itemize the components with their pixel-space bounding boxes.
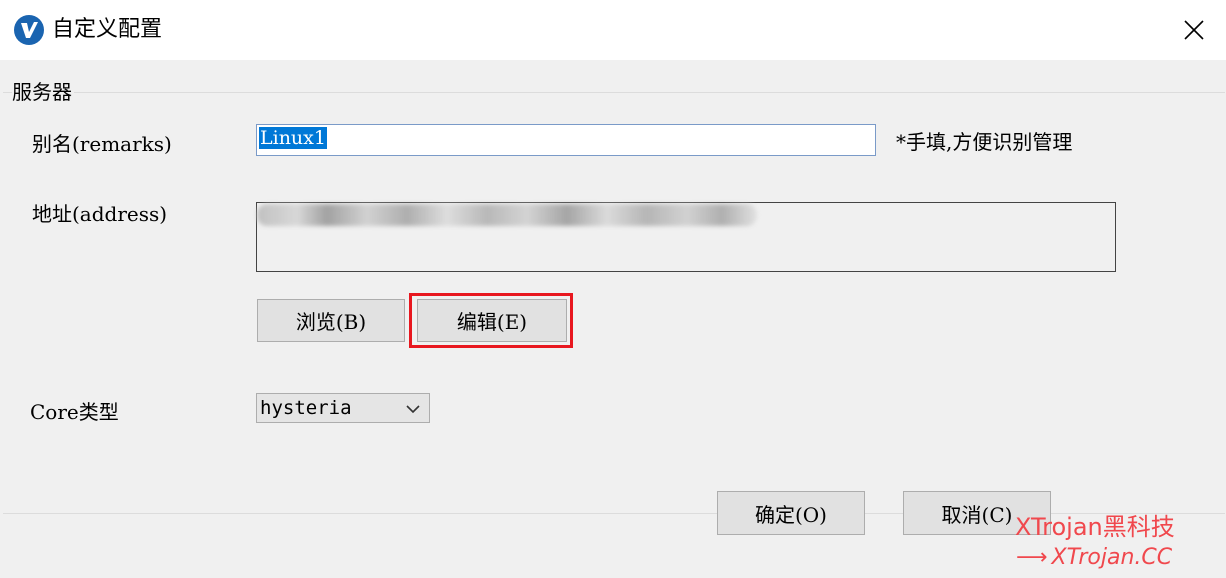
- close-button[interactable]: [1162, 0, 1226, 60]
- core-type-label: Core类型: [30, 400, 119, 424]
- edit-highlight-box: [409, 293, 573, 348]
- watermark-url: XTrojan.CC: [1051, 545, 1173, 570]
- watermark-brand: XTrojan黑科技: [1015, 513, 1175, 541]
- alias-input[interactable]: Linux1: [256, 124, 876, 156]
- browse-button[interactable]: 浏览(B): [257, 299, 405, 342]
- ok-button[interactable]: 确定(O): [717, 491, 865, 535]
- address-textarea[interactable]: [256, 202, 1116, 272]
- app-logo-icon: [14, 15, 44, 45]
- arrow-right-icon: ⟶: [1016, 545, 1048, 570]
- window-title: 自定义配置: [52, 17, 163, 42]
- core-type-value: hysteria: [260, 397, 352, 419]
- alias-value: Linux1: [259, 127, 327, 149]
- title-bar: 自定义配置: [0, 0, 1226, 60]
- group-title: 服务器: [12, 78, 74, 106]
- chevron-down-icon: [405, 397, 421, 425]
- alias-label: 别名(remarks): [32, 132, 172, 156]
- core-type-select[interactable]: hysteria: [256, 393, 430, 423]
- alias-hint: *手填,方便识别管理: [896, 130, 1073, 154]
- close-icon: [1184, 20, 1204, 40]
- watermark-url-line: ⟶ XTrojan.CC: [1016, 544, 1172, 572]
- address-label: 地址(address): [32, 202, 168, 226]
- address-blurred-value: [257, 204, 757, 226]
